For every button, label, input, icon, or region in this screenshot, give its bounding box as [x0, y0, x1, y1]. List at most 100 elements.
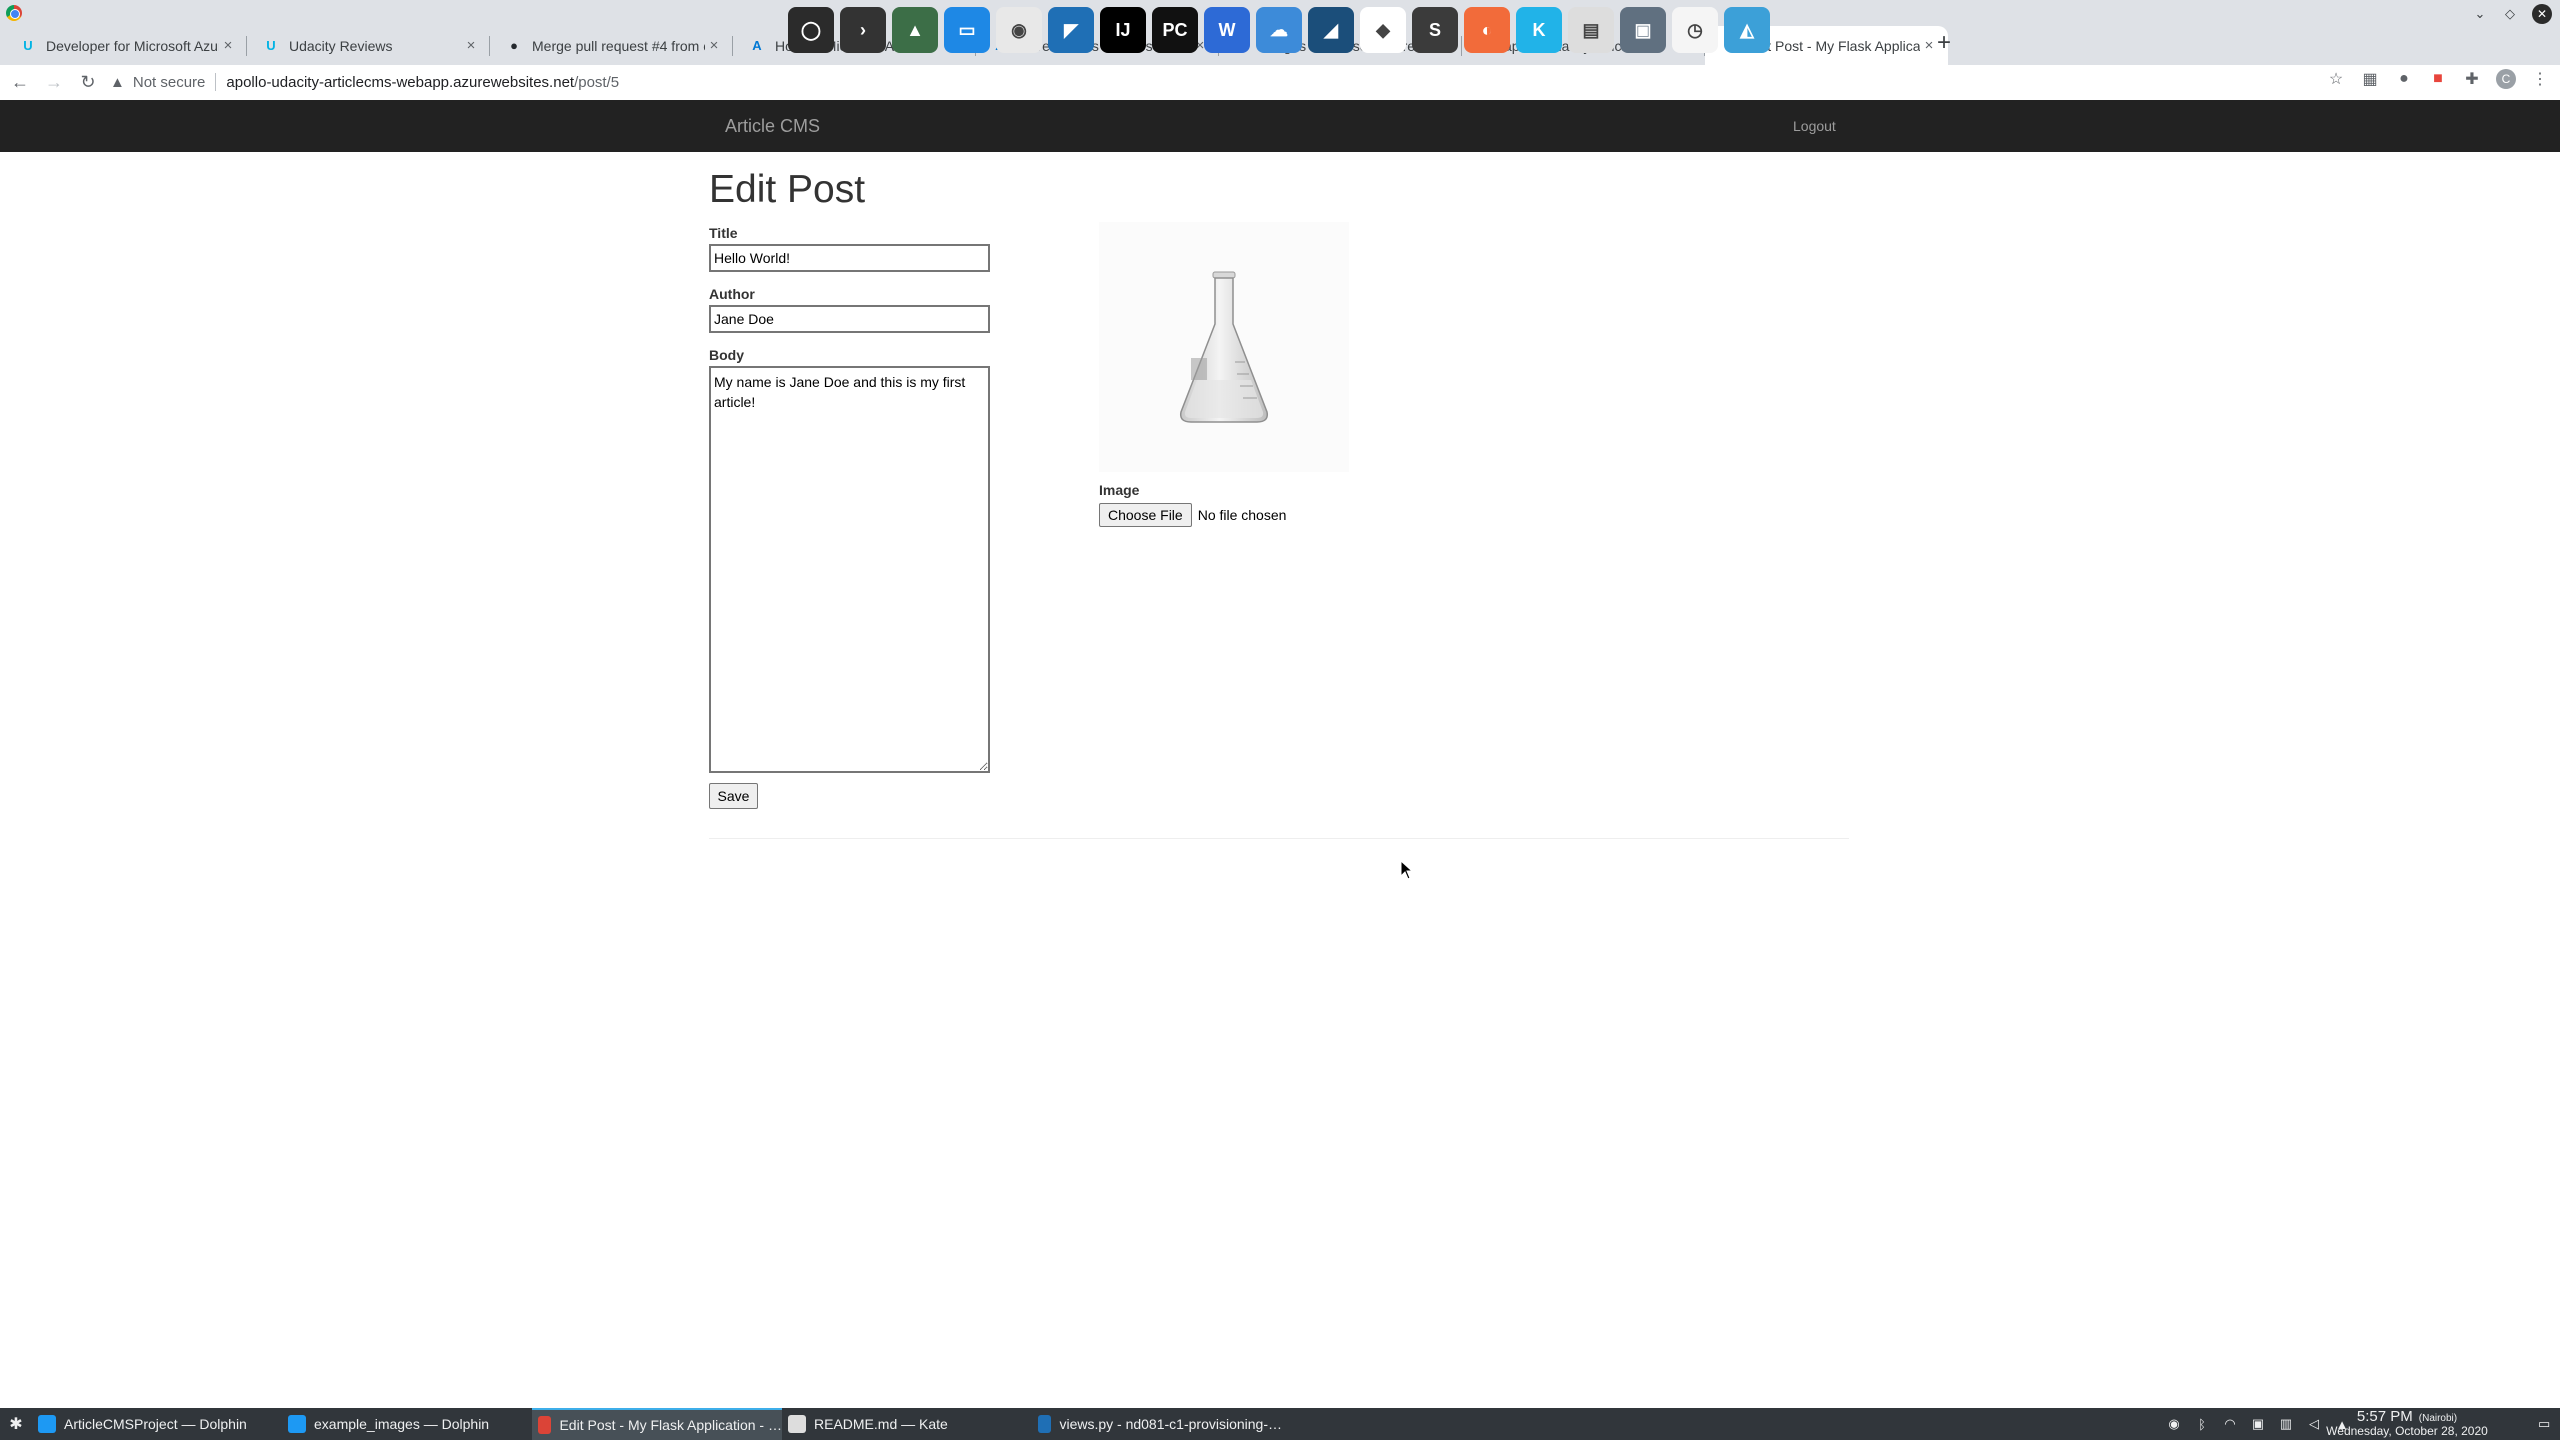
- browser-tab[interactable]: ● Merge pull request #4 from c ×: [490, 26, 733, 65]
- author-label: Author: [709, 286, 755, 302]
- intellij-icon[interactable]: IJ: [1100, 7, 1146, 53]
- lock-icon[interactable]: ▣: [2250, 1416, 2266, 1432]
- extensions-puzzle-icon[interactable]: ✚: [2462, 69, 2482, 89]
- mouse-cursor-icon: [1400, 860, 1414, 880]
- logout-link[interactable]: Logout: [1793, 118, 1836, 134]
- task-manager: ArticleCMSProject — Dolphin example_image…: [32, 1408, 1282, 1440]
- search-icon[interactable]: ◯: [788, 7, 834, 53]
- chrome-icon: [538, 1416, 552, 1434]
- warning-icon[interactable]: ▲: [110, 74, 125, 91]
- taskbar-item[interactable]: README.md — Kate: [782, 1408, 1032, 1440]
- kite-icon[interactable]: K: [1516, 7, 1562, 53]
- brand-link[interactable]: Article CMS: [725, 116, 820, 137]
- tab-close-icon[interactable]: ×: [705, 37, 723, 54]
- reload-icon[interactable]: ↻: [74, 68, 102, 96]
- image-file-input[interactable]: Choose File No file chosen: [1099, 503, 1286, 527]
- kite-launcher-icon[interactable]: ◭: [1724, 7, 1770, 53]
- tab-close-icon[interactable]: ×: [219, 37, 237, 54]
- image-label: Image: [1099, 482, 1140, 498]
- toolbar-actions: ☆ ▦ ● ■ ✚ C ⋮: [2326, 69, 2550, 89]
- bookmark-star-icon[interactable]: ☆: [2326, 69, 2346, 89]
- tab-title: Udacity Reviews: [289, 37, 393, 54]
- cloud-icon[interactable]: ☁: [1256, 7, 1302, 53]
- image-preview: [1099, 222, 1349, 472]
- sublime-icon[interactable]: S: [1412, 7, 1458, 53]
- new-tab-button[interactable]: +: [1930, 30, 1958, 58]
- choose-file-button[interactable]: Choose File: [1099, 503, 1192, 527]
- forward-icon[interactable]: →: [40, 68, 68, 96]
- extension-color-icon[interactable]: ■: [2428, 69, 2448, 89]
- body-textarea[interactable]: My name is Jane Doe and this is my first…: [709, 366, 990, 773]
- network-icon[interactable]: ◠: [2222, 1416, 2238, 1432]
- taskbar-item-label: example_images — Dolphin: [314, 1416, 490, 1432]
- terminal-icon[interactable]: ›: [840, 7, 886, 53]
- taskbar-item[interactable]: ArticleCMSProject — Dolphin: [32, 1408, 282, 1440]
- browser-tab[interactable]: U Developer for Microsoft Azure ×: [4, 26, 247, 65]
- bluetooth-icon[interactable]: ᛒ: [2194, 1416, 2210, 1432]
- mysql-workbench-icon[interactable]: ◢: [1308, 7, 1354, 53]
- close-window-icon[interactable]: ✕: [2532, 4, 2552, 24]
- author-input[interactable]: [709, 305, 990, 333]
- page-divider: [709, 838, 1849, 839]
- vscode-icon: [1038, 1415, 1052, 1433]
- taskbar-item[interactable]: Edit Post - My Flask Application - …: [532, 1408, 782, 1440]
- clock-date: Wednesday, October 28, 2020: [2326, 1424, 2488, 1438]
- taskbar-item-label: Edit Post - My Flask Application - …: [559, 1417, 782, 1433]
- clock[interactable]: 5:57 PM (Nairobi) Wednesday, October 28, …: [2312, 1408, 2502, 1438]
- browser-tab[interactable]: U Udacity Reviews ×: [247, 26, 490, 65]
- taskbar: ✱ ArticleCMSProject — Dolphin example_ima…: [0, 1408, 2560, 1440]
- taskbar-item[interactable]: example_images — Dolphin: [282, 1408, 532, 1440]
- extension-icon[interactable]: ▦: [2360, 69, 2380, 89]
- image-viewer-icon[interactable]: ▲: [892, 7, 938, 53]
- vscode-icon[interactable]: ◤: [1048, 7, 1094, 53]
- site-navbar: Article CMS Logout: [0, 100, 2560, 152]
- window-controls: ⌄ ◇ ✕: [2472, 4, 2552, 24]
- clipboard-icon[interactable]: ▥: [2278, 1416, 2294, 1432]
- file-manager-icon[interactable]: ▭: [944, 7, 990, 53]
- taskbar-item-label: ArticleCMSProject — Dolphin: [64, 1416, 247, 1432]
- postman-icon[interactable]: ◐: [1464, 7, 1510, 53]
- title-label: Title: [709, 225, 738, 241]
- dolphin-icon: [38, 1415, 56, 1433]
- clock-time: 5:57 PM: [2356, 1408, 2413, 1425]
- application-dock: ◯ › ▲ ▭ ◉ ◤ IJ PC W ☁ ◢ ◆ S ◐ K ▤ ▣ ◷ ◭: [784, 0, 1784, 60]
- tab-title: Merge pull request #4 from c: [532, 37, 705, 54]
- dolphin-icon: [288, 1415, 306, 1433]
- flask-image: [1179, 271, 1269, 423]
- chrome-icon[interactable]: ◉: [996, 7, 1042, 53]
- clock-icon[interactable]: ◷: [1672, 7, 1718, 53]
- chrome-menu-icon[interactable]: [6, 5, 22, 21]
- no-file-chosen-text: No file chosen: [1197, 507, 1287, 523]
- archive-icon[interactable]: ▤: [1568, 7, 1614, 53]
- screenshot-icon[interactable]: ▣: [1620, 7, 1666, 53]
- title-input[interactable]: [709, 244, 990, 272]
- minimize-icon[interactable]: ⌄: [2472, 6, 2488, 22]
- kate-icon: [788, 1415, 806, 1433]
- url-host[interactable]: apollo-udacity-articlecms-webapp.azurewe…: [226, 74, 574, 91]
- taskbar-item[interactable]: views.py - nd081-c1-provisioning-…: [1032, 1408, 1282, 1440]
- more-menu-icon[interactable]: ⋮: [2530, 69, 2550, 89]
- extension-shield-icon[interactable]: ●: [2394, 69, 2414, 89]
- maximize-icon[interactable]: ◇: [2502, 6, 2518, 22]
- mongodb-icon[interactable]: ◆: [1360, 7, 1406, 53]
- tab-title: Developer for Microsoft Azure: [46, 37, 219, 54]
- clock-timezone: (Nairobi): [2418, 1413, 2458, 1424]
- udacity-icon: U: [23, 38, 33, 53]
- not-secure-label[interactable]: Not secure: [133, 74, 206, 91]
- github-icon: ●: [510, 38, 518, 53]
- pycharm-icon[interactable]: PC: [1152, 7, 1198, 53]
- show-desktop-icon[interactable]: ▭: [2538, 1416, 2554, 1432]
- tab-close-icon[interactable]: ×: [462, 37, 480, 54]
- browser-toolbar: ← → ↻ ▲ Not secure apollo-udacity-articl…: [0, 65, 2560, 99]
- url-path[interactable]: /post/5: [574, 74, 619, 91]
- profile-avatar[interactable]: C: [2496, 69, 2516, 89]
- taskbar-item-label: views.py - nd081-c1-provisioning-…: [1059, 1416, 1282, 1432]
- wps-icon[interactable]: W: [1204, 7, 1250, 53]
- save-button[interactable]: Save: [709, 783, 758, 809]
- back-icon[interactable]: ←: [6, 68, 34, 96]
- address-bar[interactable]: ▲ Not secure apollo-udacity-articlecms-w…: [110, 68, 2350, 96]
- app-tray-icon[interactable]: ◉: [2166, 1416, 2182, 1432]
- body-label: Body: [709, 347, 744, 363]
- application-launcher-icon[interactable]: ✱: [6, 1414, 26, 1434]
- udacity-icon: U: [266, 38, 276, 53]
